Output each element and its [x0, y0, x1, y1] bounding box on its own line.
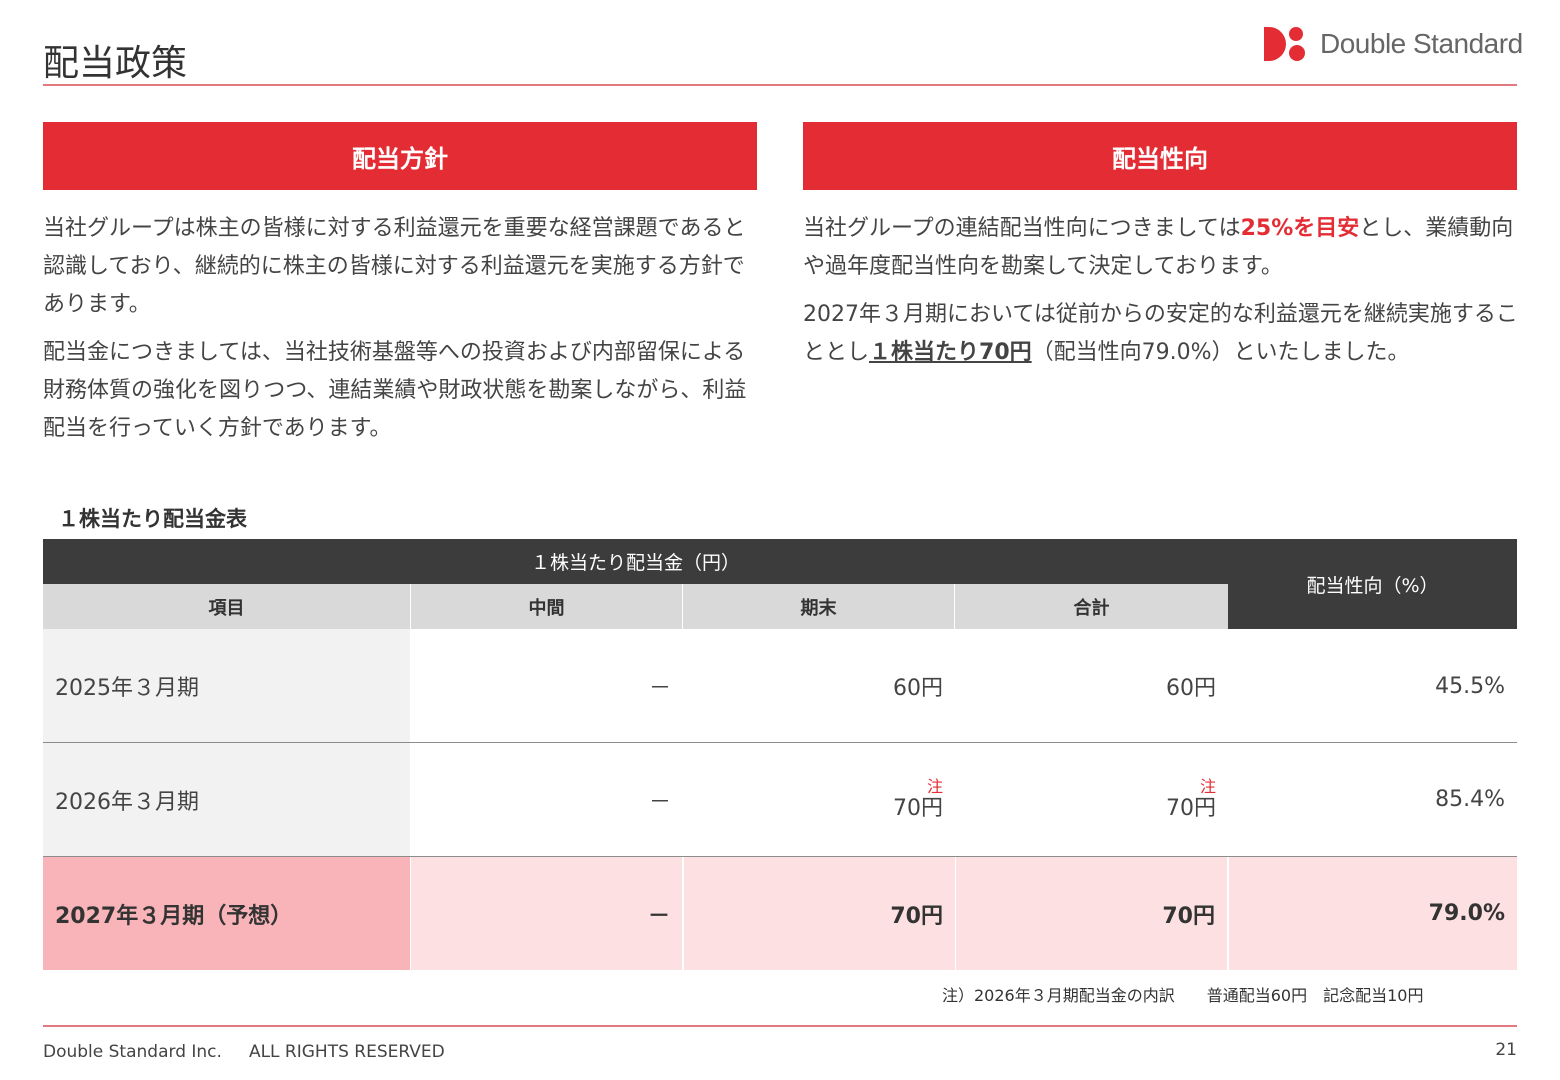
note-mark: 注 — [926, 776, 943, 796]
policy-heading: 配当方針 — [43, 122, 757, 190]
cell-interim-2027: － — [411, 857, 682, 970]
footer-divider — [43, 1025, 1517, 1027]
dividend-per-share-highlight: １株当たり70円 — [869, 340, 1032, 365]
payout-heading: 配当性向 — [803, 122, 1517, 190]
logo-mark-icon — [1264, 25, 1308, 63]
cell-year-end-2025: 60円 — [893, 676, 943, 701]
page-number: 21 — [1495, 1040, 1517, 1060]
payout-paragraph-1: 当社グループの連結配当性向につきましては25%を目安とし、業績動向や過年度配当性… — [803, 210, 1533, 286]
policy-paragraph-1: 当社グループは株主の皆様に対する利益還元を重要な経営課題であると認識しており、継… — [43, 216, 746, 317]
col-header-total: 合計 — [955, 584, 1228, 629]
group-header: １株当たり配当金（円） — [43, 539, 1228, 584]
payout-ratio-header: 配当性向（%） — [1228, 539, 1517, 629]
company-logo: Double Standard — [1264, 24, 1523, 64]
payout-target-highlight: 25%を目安 — [1240, 216, 1360, 241]
cell-interim-2026: － — [648, 789, 671, 815]
payout-text: 当社グループの連結配当性向につきましては25%を目安とし、業績動向や過年度配当性… — [803, 210, 1533, 382]
logo-text: Double Standard — [1320, 28, 1523, 59]
table-footnote: 注）2026年３月期配当金の内訳 普通配当60円 記念配当10円 — [942, 986, 1424, 1005]
page-title: 配当政策 — [43, 43, 188, 84]
policy-paragraph-2: 配当金につきましては、当社技術基盤等への投資および内部留保による財務体質の強化を… — [43, 340, 747, 441]
header-divider — [43, 84, 1517, 86]
footer-copyright: Double Standard Inc. ALL RIGHTS RESERVED — [43, 1042, 445, 1062]
row-label-2027-forecast: 2027年３月期（予想） — [43, 857, 410, 970]
dividend-table: １株当たり配当金（円） 配当性向（%） 項目 中間 期末 合計 2025年３月期… — [43, 539, 1517, 970]
cell-payout-2025: 45.5% — [1435, 673, 1505, 699]
cell-year-end-2026: 注 70円 — [683, 743, 955, 856]
cell-total-2027: 70円 — [956, 857, 1227, 970]
cell-year-end-2026-value: 70円 — [893, 795, 943, 821]
cell-year-end-2027: 70円 — [684, 857, 955, 970]
policy-text: 当社グループは株主の皆様に対する利益還元を重要な経営課題であると認識しており、継… — [43, 210, 759, 458]
col-header-year-end: 期末 — [683, 584, 954, 629]
payout-p2-text-end: （配当性向79.0%）といたしました。 — [1031, 340, 1410, 365]
row-label-2026: 2026年３月期 — [43, 743, 410, 856]
row-label-2025: 2025年３月期 — [43, 629, 410, 743]
payout-paragraph-2: 2027年３月期においては従前からの安定的な利益還元を継続実施することとし１株当… — [803, 296, 1533, 372]
note-mark: 注 — [1199, 776, 1216, 796]
cell-total-2026: 注 70円 — [955, 743, 1228, 856]
cell-total-2025: 60円 — [1166, 676, 1216, 701]
cell-interim-2025: － — [648, 676, 671, 701]
col-header-interim: 中間 — [411, 584, 682, 629]
col-header-item: 項目 — [43, 584, 410, 629]
cell-payout-2026: 85.4% — [1435, 787, 1505, 812]
table-caption: １株当たり配当金表 — [58, 507, 247, 531]
cell-payout-2027: 79.0% — [1229, 857, 1517, 970]
payout-p1-text: 当社グループの連結配当性向につきましては — [803, 216, 1241, 241]
cell-total-2026-value: 70円 — [1166, 795, 1216, 821]
